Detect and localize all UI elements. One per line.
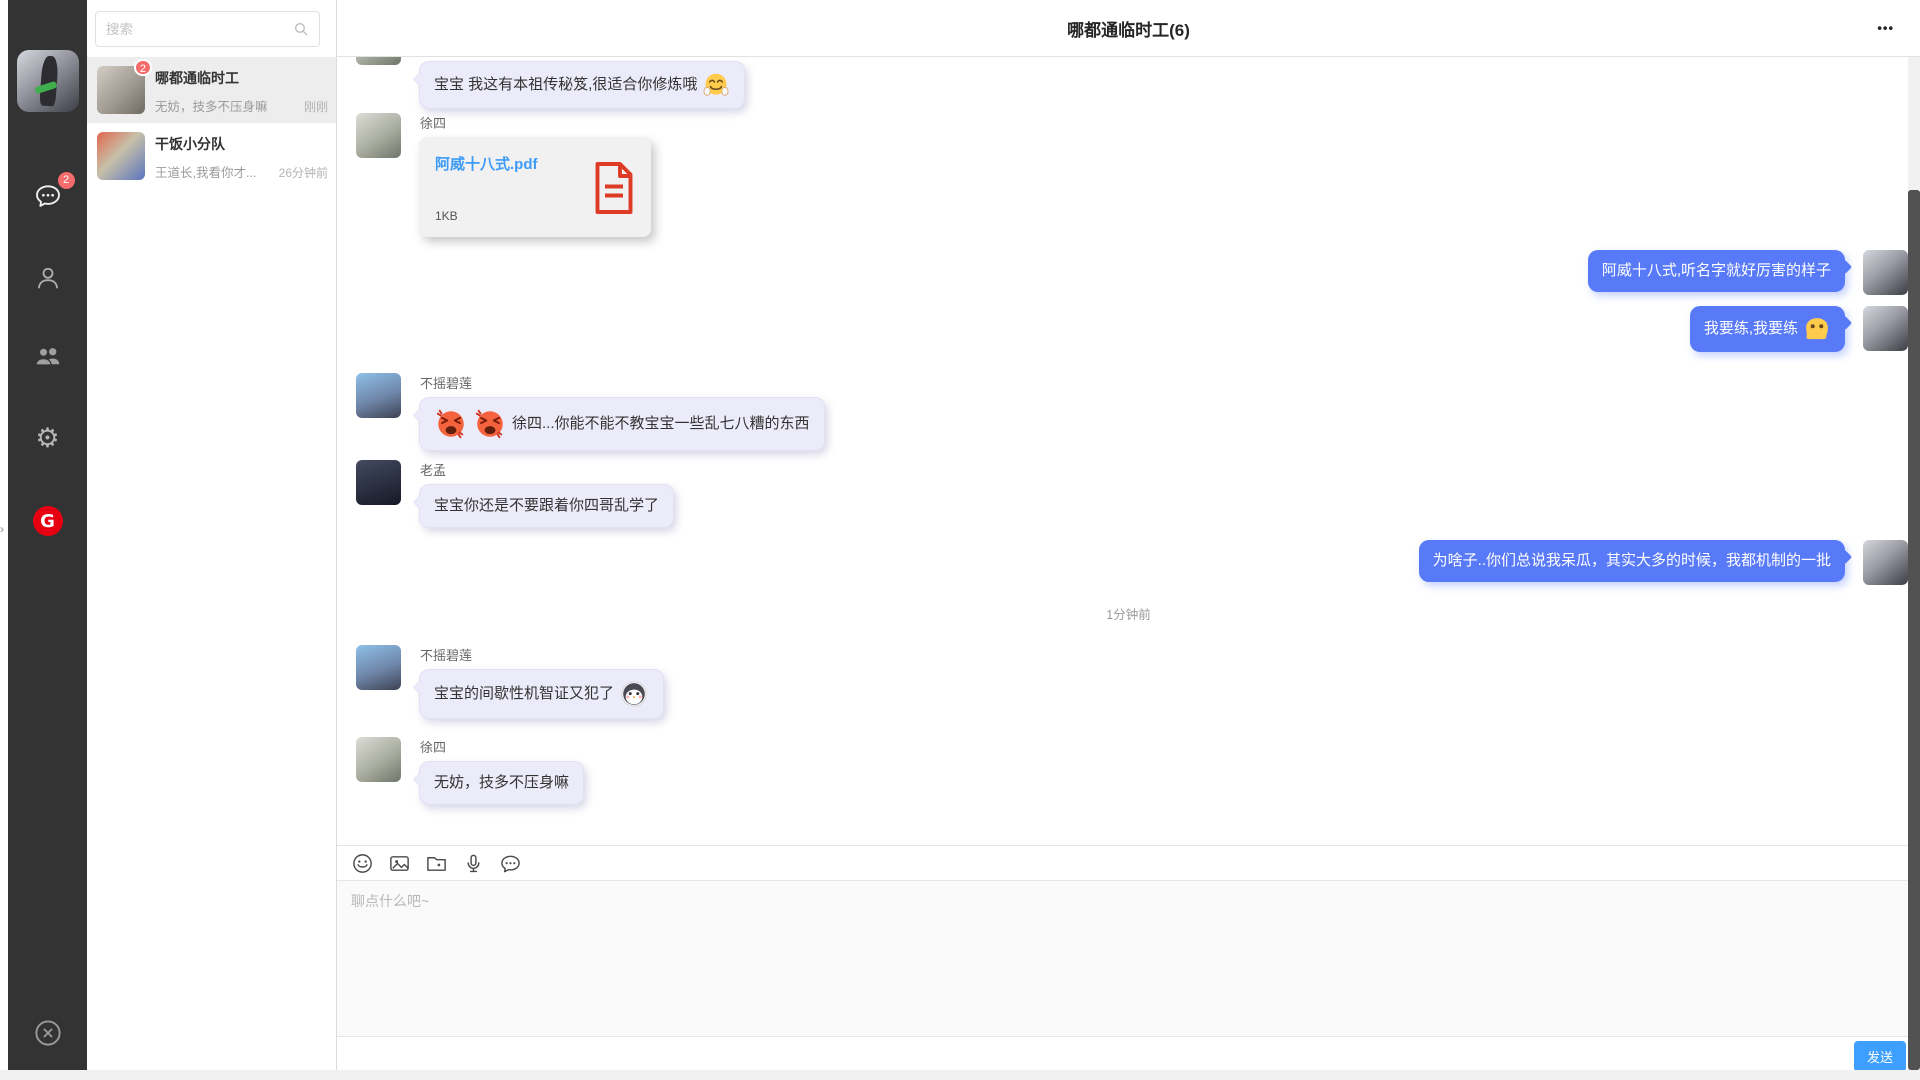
message-row: 不摇碧莲 宝宝的间歇性机智证又犯了 [356, 645, 664, 719]
chat-avatar-wrap: 2 [97, 66, 145, 114]
chat-title: 哪都通临时工(6) [1067, 16, 1190, 41]
sender-avatar[interactable] [356, 737, 401, 782]
app-window: › 2 [0, 0, 1920, 1080]
sender-avatar[interactable] [356, 373, 401, 418]
more-menu-button[interactable]: ••• [1877, 21, 1894, 36]
sender-avatar[interactable] [356, 113, 401, 158]
hugging-face-emoji [702, 71, 730, 99]
vertical-scrollbar-thumb[interactable] [1908, 190, 1920, 1070]
image-icon [388, 852, 411, 875]
message-bubble[interactable]: 宝宝 我这有本祖传秘笈,很适合你修炼哦 [419, 61, 745, 109]
sender-name: 不摇碧莲 [420, 376, 825, 392]
sender-name: 徐四 [420, 740, 584, 756]
message-row: 老孟 宝宝你还是不要跟着你四哥乱学了 [356, 460, 674, 528]
own-avatar[interactable] [1863, 306, 1908, 351]
search-box [95, 11, 320, 47]
nav-chat-button[interactable]: 2 [33, 181, 63, 211]
app-logo[interactable]: G [33, 506, 63, 536]
message-bubble-icon [499, 852, 522, 875]
vertical-scrollbar-track[interactable] [1908, 57, 1920, 1070]
left-edge-strip: › [0, 0, 8, 1080]
message-bubble[interactable]: 阿威十八式,听名字就好厉害的样子 [1588, 250, 1845, 292]
message-bubble[interactable]: 宝宝的间歇性机智证又犯了 [419, 669, 664, 719]
user-avatar[interactable] [17, 50, 79, 112]
smiley-icon [351, 852, 374, 875]
message-bubble[interactable]: 为啥子..你们总说我呆瓜，其实大多的时候，我都机制的一批 [1419, 540, 1845, 582]
message-row: 徐四 阿威十八式.pdf 1KB [356, 113, 651, 237]
sender-name: 不摇碧莲 [420, 648, 664, 664]
message-scroll-area[interactable]: 宝宝 我这有本祖传秘笈,很适合你修炼哦 徐四 [337, 57, 1920, 845]
chat-time: 26分钟前 [279, 164, 328, 181]
send-button[interactable]: 发送 [1854, 1041, 1906, 1072]
message-row: 我要练,我要练 [1690, 306, 1908, 352]
file-size: 1KB [435, 209, 538, 223]
message-input[interactable] [337, 881, 1920, 1036]
sender-name: 老孟 [420, 463, 674, 479]
message-row: 徐四 无妨，技多不压身嘛 [356, 737, 584, 805]
chat-bubble-icon [33, 181, 63, 211]
emoji-picker-button[interactable] [347, 849, 377, 877]
sender-avatar[interactable] [356, 57, 401, 65]
chat-avatar-wrap [97, 132, 145, 180]
chat-header: 哪都通临时工(6) ••• [337, 0, 1920, 57]
sender-name: 徐四 [420, 116, 651, 132]
message-row: 不摇碧莲 [356, 373, 825, 451]
message-row: 阿威十八式,听名字就好厉害的样子 [1588, 250, 1908, 295]
message-input-area [337, 880, 1920, 1036]
horizontal-scrollbar-track[interactable] [0, 1070, 1920, 1080]
search-button[interactable] [283, 12, 319, 46]
nav-contacts-button[interactable] [33, 263, 63, 293]
sender-avatar[interactable] [356, 460, 401, 505]
chat-preview: 王道长,我看你才... [155, 162, 273, 181]
chat-history-button[interactable] [495, 849, 525, 877]
sender-avatar[interactable] [356, 645, 401, 690]
chat-list-item[interactable]: 干饭小分队 王道长,我看你才... 26分钟前 [87, 123, 336, 189]
chat-title: 干饭小分队 [155, 134, 328, 154]
chat-panel: 哪都通临时工(6) ••• 宝宝 我这有本祖传秘笈,很适合你修炼哦 [336, 0, 1920, 1080]
time-divider: 1分钟前 [337, 604, 1920, 623]
group-people-icon [33, 341, 63, 371]
chat-title: 哪都通临时工 [155, 68, 328, 88]
microphone-icon [462, 852, 485, 875]
nav-group-chats-button[interactable] [33, 341, 63, 371]
pdf-file-icon [593, 161, 635, 215]
melting-face-emoji [1803, 315, 1831, 343]
message-row: 为啥子..你们总说我呆瓜，其实大多的时候，我都机制的一批 [1419, 540, 1908, 585]
enraged-face-emoji [434, 407, 468, 441]
message-bubble[interactable]: 无妨，技多不压身嘛 [419, 761, 584, 805]
message-bubble[interactable]: 宝宝你还是不要跟着你四哥乱学了 [419, 484, 674, 528]
search-input[interactable] [96, 22, 283, 37]
message-bubble[interactable]: 我要练,我要练 [1690, 306, 1845, 352]
folder-icon [425, 852, 448, 875]
group-avatar [97, 132, 145, 180]
own-avatar[interactable] [1863, 540, 1908, 585]
message-bubble[interactable]: 徐四...你能不能不教宝宝一些乱七八糟的东西 [419, 397, 825, 451]
file-name: 阿威十八式.pdf [435, 153, 538, 174]
close-circle-icon [33, 1018, 63, 1048]
chat-list-item[interactable]: 2 哪都通临时工 无妨，技多不压身嘛 刚刚 [87, 57, 336, 123]
chat-time: 刚刚 [304, 98, 328, 115]
chat-list-panel: 2 哪都通临时工 无妨，技多不压身嘛 刚刚 干饭小分队 王道长,我看你才... … [87, 0, 336, 1080]
search-icon [293, 21, 309, 37]
chat-preview: 无妨，技多不压身嘛 [155, 96, 298, 115]
send-file-button[interactable] [421, 849, 451, 877]
nav-sidebar: 2 ⚙ G [8, 0, 87, 1080]
close-button[interactable] [33, 1018, 63, 1048]
voice-message-button[interactable] [458, 849, 488, 877]
composer-toolbar [337, 845, 1920, 880]
file-message-card[interactable]: 阿威十八式.pdf 1KB [419, 137, 651, 237]
gear-icon: ⚙ [35, 425, 59, 452]
unread-badge: 2 [134, 59, 152, 76]
message-row: 宝宝 我这有本祖传秘笈,很适合你修炼哦 [356, 57, 745, 109]
penguin-sticker [619, 679, 649, 709]
unread-badge: 2 [58, 172, 75, 189]
panel-collapse-arrow-icon[interactable]: › [0, 522, 4, 536]
own-avatar[interactable] [1863, 250, 1908, 295]
send-image-button[interactable] [384, 849, 414, 877]
nav-settings-button[interactable]: ⚙ [33, 423, 63, 453]
person-icon [33, 263, 63, 293]
enraged-face-emoji [473, 407, 507, 441]
